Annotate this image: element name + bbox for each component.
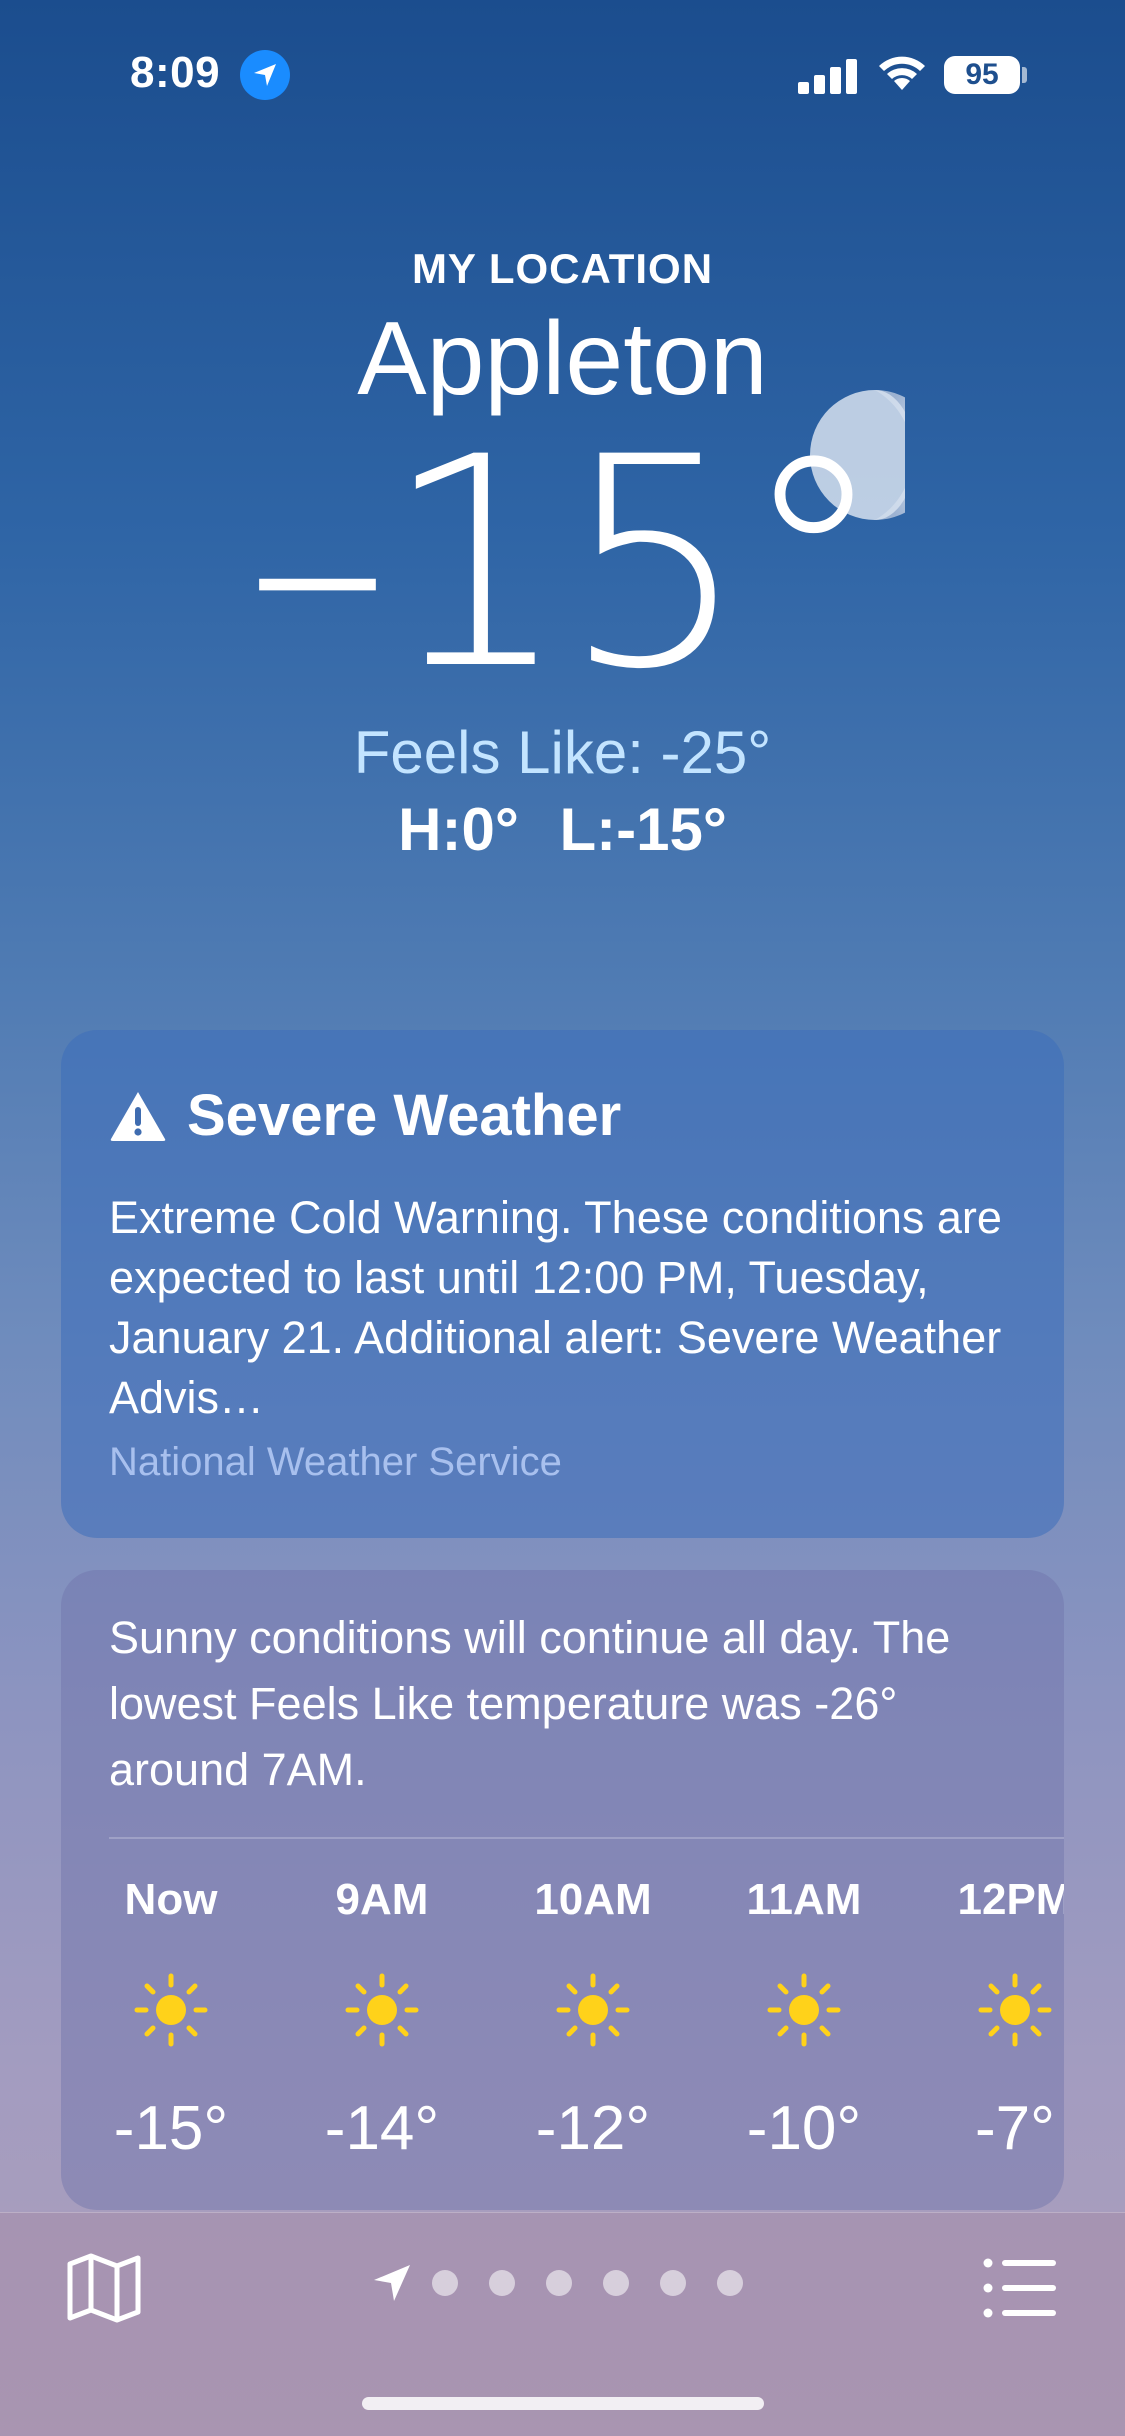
hour-label: 12PM: [957, 1875, 1064, 1924]
sun-icon: [978, 1973, 1052, 2047]
sun-icon: [556, 1973, 630, 2047]
hour-label: 11AM: [746, 1875, 862, 1924]
location-arrow-icon: [374, 2265, 410, 2301]
page-indicator[interactable]: [370, 2261, 774, 2305]
page-dot[interactable]: [489, 2270, 515, 2296]
feels-like: Feels Like: -25°: [353, 719, 772, 786]
cellular-signal-icon: [798, 58, 858, 94]
hour-label: Now: [124, 1875, 218, 1924]
divider: [109, 1837, 1064, 1839]
high-temp: H:0°: [398, 796, 519, 863]
hour-item: 12PM -7°: [930, 1870, 1064, 2164]
alert-source[interactable]: National Weather Service: [109, 1440, 562, 1485]
hour-item: 10AM -12°: [508, 1870, 678, 2164]
page-dot[interactable]: [432, 2270, 458, 2296]
map-icon[interactable]: [64, 2248, 144, 2328]
page-dot[interactable]: [546, 2270, 572, 2296]
location-arrow-icon: [240, 50, 290, 100]
battery-tip: [1022, 67, 1027, 83]
low-temp: L:-15°: [559, 796, 727, 863]
severe-weather-card[interactable]: Severe Weather Extreme Cold Warning. The…: [61, 1030, 1064, 1538]
home-indicator[interactable]: [362, 2397, 764, 2410]
forecast-summary: Sunny conditions will continue all day. …: [109, 1612, 951, 1795]
status-bar: 8:09 95: [0, 0, 1125, 150]
hour-item: 9AM -14°: [297, 1870, 467, 2164]
high-low: H:0° L:-15°: [0, 795, 1125, 864]
battery-indicator: 95: [944, 56, 1020, 94]
page-dot[interactable]: [717, 2270, 743, 2296]
hour-label: 9AM: [335, 1875, 429, 1924]
alert-body: Extreme Cold Warning. These conditions a…: [109, 1192, 1002, 1423]
sun-icon: [345, 1973, 419, 2047]
wifi-icon: [879, 56, 925, 90]
sun-icon: [767, 1973, 841, 2047]
current-temperature: –15°: [244, 396, 886, 733]
hour-temp: -10°: [746, 2094, 862, 2163]
list-icon[interactable]: [980, 2253, 1060, 2323]
alert-header: Severe Weather: [109, 1082, 621, 1149]
sun-icon: [134, 1973, 208, 2047]
warning-triangle-icon: [110, 1091, 166, 1141]
status-time: 8:09: [130, 48, 221, 97]
hour-item: Now -15°: [86, 1870, 256, 2164]
hour-temp: -12°: [535, 2094, 651, 2163]
hour-temp: -15°: [113, 2094, 229, 2163]
hour-temp: -14°: [324, 2094, 440, 2163]
alert-title: Severe Weather: [187, 1083, 622, 1148]
location-label: MY LOCATION: [411, 245, 714, 292]
hourly-forecast-card[interactable]: Sunny conditions will continue all day. …: [61, 1570, 1064, 2210]
hour-label: 10AM: [534, 1875, 652, 1924]
hour-temp: -7°: [975, 2094, 1055, 2163]
page-dot[interactable]: [603, 2270, 629, 2296]
page-dot[interactable]: [660, 2270, 686, 2296]
hour-item: 11AM -10°: [719, 1870, 889, 2164]
